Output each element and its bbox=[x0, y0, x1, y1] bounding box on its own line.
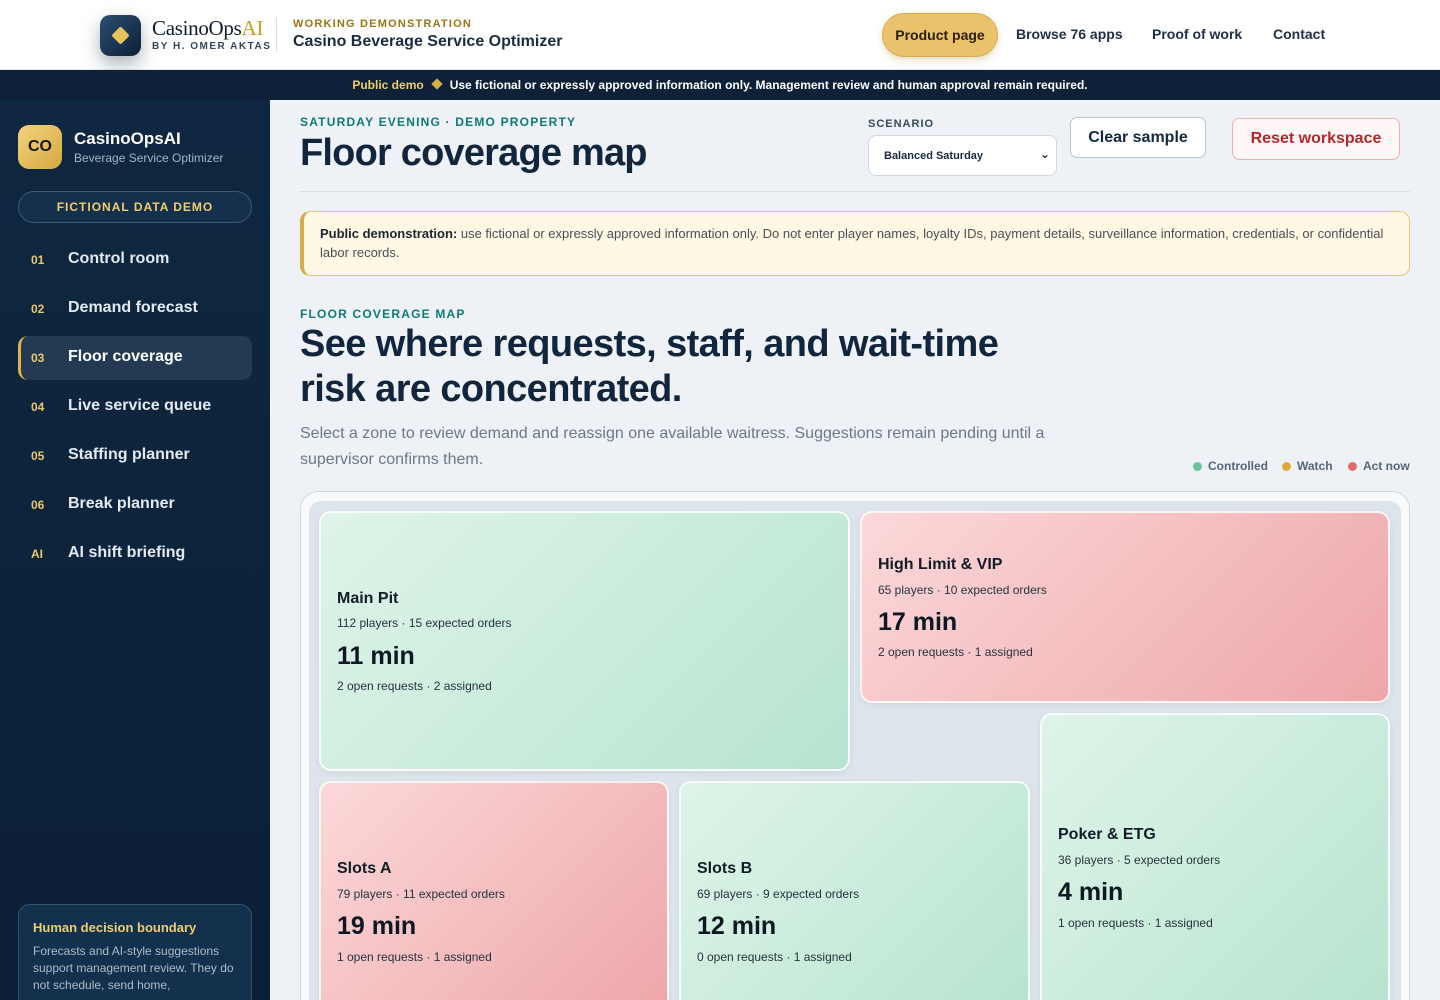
zone-high-limit-vip[interactable]: High Limit & VIP 65 players · 10 expecte… bbox=[860, 511, 1390, 703]
sidebar-item-break-planner[interactable]: 06 Break planner bbox=[18, 483, 252, 527]
sidebar-item-number: 04 bbox=[31, 400, 45, 414]
sidebar-item-number: 02 bbox=[31, 302, 45, 316]
page-title: Floor coverage map bbox=[300, 132, 648, 174]
demo-banner: Public demo Use fictional or expressly ap… bbox=[0, 70, 1440, 100]
boundary-title: Human decision boundary bbox=[33, 920, 197, 935]
zone-meta: 112 players · 15 expected orders bbox=[337, 616, 512, 630]
reset-workspace-button[interactable]: Reset workspace bbox=[1232, 118, 1400, 160]
human-decision-boundary-card: Human decision boundary Forecasts and AI… bbox=[18, 904, 252, 1000]
scenario-select[interactable]: Balanced Saturday ⌄ bbox=[868, 135, 1057, 176]
zone-meta: 36 players · 5 expected orders bbox=[1058, 853, 1221, 867]
sidebar-item-staffing-planner[interactable]: 05 Staffing planner bbox=[18, 434, 252, 478]
legend-dot-icon bbox=[1193, 462, 1202, 471]
sidebar-item-label: Control room bbox=[68, 250, 170, 267]
section-kicker: FLOOR COVERAGE MAP bbox=[300, 307, 466, 321]
sidebar-app-name: CasinoOpsAI bbox=[74, 129, 181, 148]
zone-requests: 0 open requests · 1 assigned bbox=[697, 950, 852, 964]
page-kicker: SATURDAY EVENING · DEMO PROPERTY bbox=[300, 115, 577, 129]
zone-wait-time: 12 min bbox=[697, 912, 777, 940]
sidebar-item-label: Staffing planner bbox=[68, 446, 190, 463]
sidebar-item-number: 03 bbox=[31, 351, 45, 365]
sidebar: CO CasinoOpsAI Beverage Service Optimize… bbox=[0, 100, 270, 1000]
top-navigation: CasinoOpsAI BY H. OMER AKTAS WORKING DEM… bbox=[0, 0, 1440, 70]
zone-name: Main Pit bbox=[337, 590, 399, 607]
nav-browse-apps[interactable]: Browse 76 apps bbox=[1016, 26, 1123, 42]
zone-wait-time: 17 min bbox=[878, 608, 958, 636]
sidebar-item-demand-forecast[interactable]: 02 Demand forecast bbox=[18, 287, 252, 331]
header-divider-line bbox=[300, 191, 1410, 192]
boundary-text: Forecasts and AI-style suggestions suppo… bbox=[33, 944, 234, 992]
sidebar-item-number: 05 bbox=[31, 449, 45, 463]
public-demo-notice: Public demonstration: use fictional or e… bbox=[300, 211, 1410, 276]
nav-proof-of-work[interactable]: Proof of work bbox=[1152, 26, 1242, 42]
brand-name: CasinoOpsAI bbox=[152, 16, 264, 40]
legend-watch: Watch bbox=[1282, 459, 1333, 473]
sidebar-item-label: AI shift briefing bbox=[68, 544, 186, 561]
zone-wait-time: 11 min bbox=[337, 642, 415, 670]
sidebar-app-subtitle: Beverage Service Optimizer bbox=[74, 151, 224, 165]
zone-requests: 1 open requests · 1 assigned bbox=[1058, 916, 1213, 930]
zone-meta: 69 players · 9 expected orders bbox=[697, 887, 860, 901]
zone-name: Slots A bbox=[337, 860, 392, 877]
zone-wait-time: 4 min bbox=[1058, 878, 1124, 906]
fictional-data-badge: FICTIONAL DATA DEMO bbox=[18, 191, 252, 223]
legend-dot-icon bbox=[1282, 462, 1291, 471]
sidebar-item-label: Break planner bbox=[68, 495, 175, 512]
brand[interactable]: CasinoOpsAI BY H. OMER AKTAS bbox=[152, 17, 271, 52]
demo-banner-tag: Public demo bbox=[352, 78, 424, 92]
section-description: Select a zone to review demand and reass… bbox=[300, 425, 1045, 468]
zone-meta: 65 players · 10 expected orders bbox=[878, 583, 1047, 597]
sidebar-item-floor-coverage[interactable]: 03 Floor coverage bbox=[18, 336, 252, 380]
notice-bold: Public demonstration: bbox=[320, 226, 458, 241]
zone-name: Poker & ETG bbox=[1058, 826, 1156, 843]
app-title: Casino Beverage Service Optimizer bbox=[293, 33, 563, 50]
zone-name: Slots B bbox=[697, 860, 753, 877]
brand-byline: BY H. OMER AKTAS bbox=[152, 41, 272, 52]
notice-text: use fictional or expressly approved info… bbox=[320, 226, 1384, 260]
zone-name: High Limit & VIP bbox=[878, 556, 1003, 573]
legend-controlled: Controlled bbox=[1193, 459, 1268, 473]
sidebar-item-number: AI bbox=[31, 547, 43, 561]
sidebar-item-label: Floor coverage bbox=[68, 348, 183, 365]
sidebar-item-ai-shift-briefing[interactable]: AI AI shift briefing bbox=[18, 532, 252, 576]
sidebar-item-label: Demand forecast bbox=[68, 299, 198, 316]
app-kicker: WORKING DEMONSTRATION bbox=[293, 18, 472, 30]
demo-banner-text: Use fictional or expressly approved info… bbox=[449, 78, 1088, 92]
zone-wait-time: 19 min bbox=[337, 912, 417, 940]
zone-requests: 2 open requests · 1 assigned bbox=[878, 645, 1033, 659]
sidebar-item-label: Live service queue bbox=[68, 397, 212, 414]
sidebar-item-number: 06 bbox=[31, 498, 45, 512]
zone-main-pit[interactable]: Main Pit 112 players · 15 expected order… bbox=[319, 511, 850, 771]
sidebar-item-live-service-queue[interactable]: 04 Live service queue bbox=[18, 385, 252, 429]
legend-dot-icon bbox=[1348, 462, 1357, 471]
nav-product-page[interactable]: Product page bbox=[882, 13, 998, 57]
zone-slots-b[interactable]: Slots B 69 players · 9 expected orders 1… bbox=[679, 781, 1030, 1000]
zone-requests: 1 open requests · 1 assigned bbox=[337, 950, 492, 964]
header-divider bbox=[276, 18, 277, 52]
chevron-down-icon: ⌄ bbox=[1039, 147, 1050, 161]
scenario-label: SCENARIO bbox=[868, 118, 935, 130]
zone-meta: 79 players · 11 expected orders bbox=[337, 887, 505, 901]
nav-contact[interactable]: Contact bbox=[1273, 26, 1325, 42]
sidebar-avatar: CO bbox=[18, 125, 62, 169]
brand-logo-icon[interactable] bbox=[100, 15, 141, 56]
section-headline: See where requests, staff, and wait-time… bbox=[300, 323, 999, 410]
diamond-icon bbox=[431, 78, 443, 90]
sidebar-item-control-room[interactable]: 01 Control room bbox=[18, 238, 252, 282]
scenario-selected-value: Balanced Saturday bbox=[884, 150, 984, 162]
zone-requests: 2 open requests · 2 assigned bbox=[337, 679, 492, 693]
legend-act-now: Act now bbox=[1348, 459, 1410, 473]
sidebar-item-number: 01 bbox=[31, 253, 45, 267]
zone-poker-etg[interactable]: Poker & ETG 36 players · 5 expected orde… bbox=[1040, 713, 1390, 1000]
clear-sample-button[interactable]: Clear sample bbox=[1070, 117, 1206, 158]
zone-slots-a[interactable]: Slots A 79 players · 11 expected orders … bbox=[319, 781, 669, 1000]
